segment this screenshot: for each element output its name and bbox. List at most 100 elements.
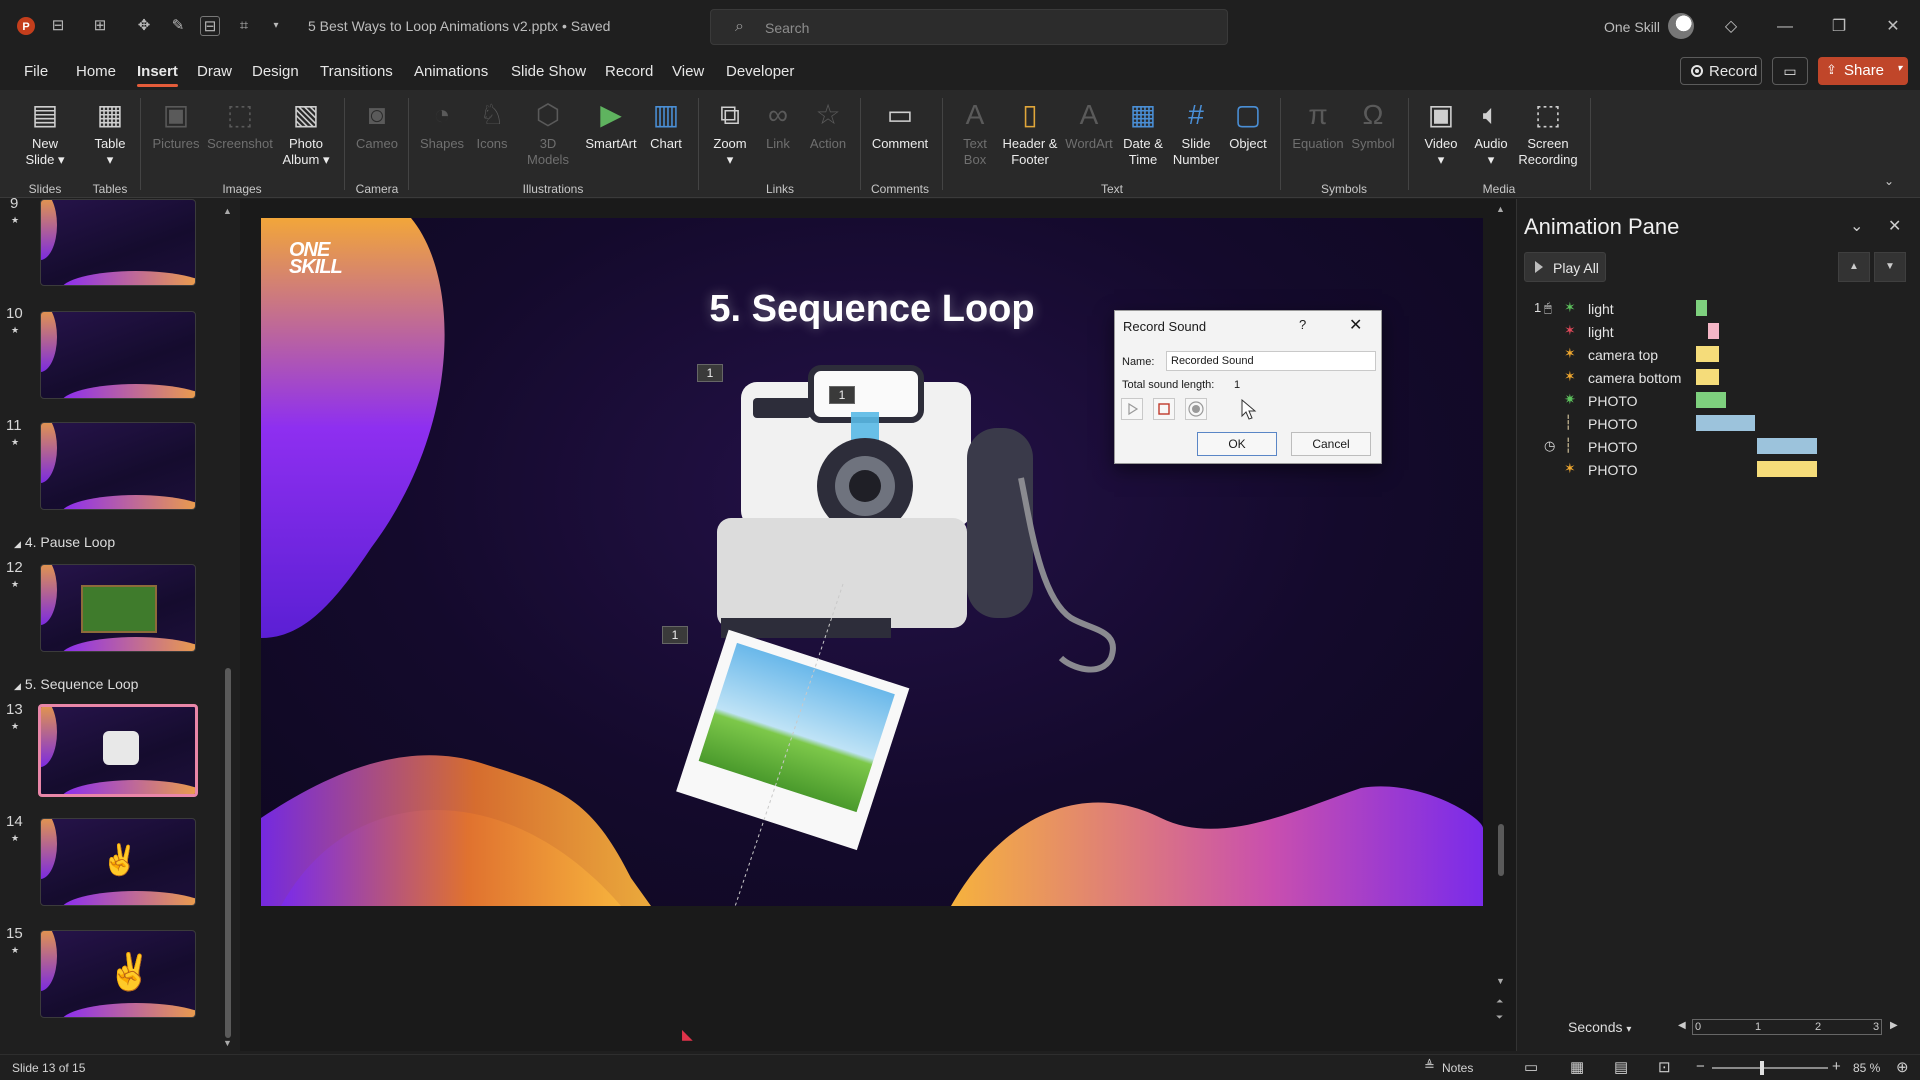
pane-options-icon[interactable]: ⌄ (1850, 216, 1863, 236)
scroll-up-icon[interactable]: ▲ (1496, 204, 1505, 214)
screenshot-button[interactable]: ⬚ Screenshot (206, 94, 274, 152)
play-button[interactable] (1121, 398, 1143, 420)
next-slide-icon[interactable]: ⏷ (1496, 1012, 1503, 1023)
smartart-button[interactable]: ▶ SmartArt (582, 94, 640, 152)
restore-icon[interactable]: ❐ (1824, 14, 1854, 40)
zoom-level[interactable]: 85 % (1853, 1061, 1880, 1075)
tab-developer[interactable]: Developer (726, 63, 794, 80)
slide-thumbnail[interactable]: ✌ (40, 930, 196, 1018)
timeline-left-icon[interactable]: ◀ (1678, 1020, 1686, 1031)
scroll-thumb[interactable] (225, 668, 231, 1038)
close-icon[interactable]: ✕ (1349, 315, 1362, 335)
tab-design[interactable]: Design (252, 63, 299, 80)
animation-row[interactable]: ✶ light (1530, 320, 1830, 343)
ribbon-collapse-icon[interactable]: ⌄ (1884, 174, 1894, 188)
crop-icon[interactable]: ⌗ (234, 16, 254, 36)
slide-thumbnail-selected[interactable] (38, 704, 198, 797)
scroll-down-icon[interactable]: ▼ (1496, 976, 1505, 986)
slide-thumbnail[interactable]: ✌ (40, 818, 196, 906)
animation-row[interactable]: 1 🖱︎ ✶ light (1530, 297, 1830, 320)
pictures-button[interactable]: ▣ Pictures (150, 94, 202, 152)
video-button[interactable]: ▣ Video ▾ (1418, 94, 1464, 168)
animation-row[interactable]: ┆ PHOTO (1530, 412, 1830, 435)
3d-models-button[interactable]: ⬡ 3D Models (518, 94, 578, 168)
tab-transitions[interactable]: Transitions (320, 63, 393, 80)
customize-qat-icon[interactable]: ▾ (266, 16, 286, 36)
timing-bar[interactable] (1696, 392, 1726, 408)
canvas-scrollbar[interactable]: ▲ ▼ ⏶ ⏷ (1496, 204, 1506, 1030)
move-icon[interactable]: ✥ (134, 16, 154, 36)
fit-to-window-icon[interactable]: ⊕ (1896, 1058, 1909, 1076)
cameo-button[interactable]: ◙ Cameo (352, 94, 402, 152)
slide-number-button[interactable]: # Slide Number (1170, 94, 1222, 168)
animation-order-tag[interactable]: 1 (829, 386, 855, 404)
audio-button[interactable]: 🔈︎ Audio ▾ (1468, 94, 1514, 168)
date-time-button[interactable]: ▦ Date & Time (1118, 94, 1168, 168)
motion-path-end-icon[interactable]: ◣ (682, 1026, 693, 1043)
table-button[interactable]: ▦ Table ▾ (86, 94, 134, 168)
user-name[interactable]: One Skill (1604, 19, 1660, 35)
share-button[interactable]: ⇪ Share ▾ (1818, 57, 1908, 85)
section-header[interactable]: ◢ 4. Pause Loop (14, 534, 115, 550)
cancel-button[interactable]: Cancel (1291, 432, 1371, 456)
new-slide-button[interactable]: ▤ New Slide ▾ (20, 94, 70, 168)
zoom-out-icon[interactable]: − (1696, 1058, 1705, 1075)
timing-bar[interactable] (1696, 300, 1707, 316)
reading-view-icon[interactable]: ▤ (1614, 1058, 1628, 1076)
scroll-up-icon[interactable]: ▲ (223, 206, 232, 216)
tab-record[interactable]: Record (605, 63, 653, 80)
screen-recording-button[interactable]: ⬚ Screen Recording (1516, 94, 1580, 168)
equation-button[interactable]: π Equation (1290, 94, 1346, 152)
animation-row[interactable]: ✶ camera bottom (1530, 366, 1830, 389)
animation-row[interactable]: ✶ camera top (1530, 343, 1830, 366)
object-button[interactable]: ▢ Object (1224, 94, 1272, 152)
animation-order-tag[interactable]: 1 (697, 364, 723, 382)
icons-button[interactable]: ♘ Icons (468, 94, 516, 152)
slide-thumbnail[interactable] (40, 199, 196, 286)
timing-bar[interactable] (1696, 346, 1719, 362)
help-icon[interactable]: ? (1299, 317, 1306, 332)
slides-scrollbar[interactable]: ▲ ▼ (223, 206, 233, 1048)
notes-button[interactable]: Notes (1442, 1061, 1473, 1075)
timing-bar[interactable] (1696, 415, 1755, 431)
slide-sorter-icon[interactable]: ▦ (1570, 1058, 1584, 1076)
tab-insert[interactable]: Insert (137, 63, 178, 87)
slide-thumbnail[interactable] (40, 422, 196, 510)
zoom-in-icon[interactable]: + (1832, 1058, 1841, 1075)
move-down-button[interactable]: ▼ (1874, 252, 1906, 282)
previous-slide-icon[interactable]: ⏶ (1496, 996, 1503, 1007)
slideshow-icon[interactable]: ⊡ (1658, 1058, 1671, 1076)
pane-close-icon[interactable]: ✕ (1888, 216, 1901, 236)
timing-bar[interactable] (1708, 323, 1719, 339)
symbol-button[interactable]: Ω Symbol (1348, 94, 1398, 152)
wordart-button[interactable]: A WordArt (1062, 94, 1116, 152)
normal-view-icon[interactable]: ▭ (1524, 1058, 1538, 1076)
header-footer-button[interactable]: ▯ Header & Footer (1000, 94, 1060, 168)
section-header[interactable]: ◢ 5. Sequence Loop (14, 676, 138, 692)
align-icon[interactable]: ⊟ (200, 16, 220, 36)
search-input[interactable]: ⌕ Search (710, 9, 1228, 45)
close-icon[interactable]: ✕ (1878, 14, 1908, 40)
tab-draw[interactable]: Draw (197, 63, 232, 80)
play-all-button[interactable]: Play All (1524, 252, 1606, 282)
seconds-dropdown[interactable]: Seconds ▾ (1568, 1019, 1631, 1035)
draw-icon[interactable]: ✎ (168, 16, 188, 36)
slide-thumbnail[interactable] (40, 311, 196, 399)
timing-bar[interactable] (1757, 461, 1817, 477)
photo-album-button[interactable]: ▧ Photo Album ▾ (278, 94, 334, 168)
animation-row[interactable]: ✷ PHOTO (1530, 389, 1830, 412)
scroll-down-icon[interactable]: ▼ (223, 1038, 232, 1048)
avatar[interactable] (1668, 13, 1694, 39)
document-title[interactable]: 5 Best Ways to Loop Animations v2.pptx •… (308, 18, 610, 34)
timeline-right-icon[interactable]: ▶ (1890, 1020, 1898, 1031)
chart-button[interactable]: ▥ Chart (644, 94, 688, 152)
zoom-button[interactable]: ⧉ Zoom ▾ (708, 94, 752, 168)
tab-animations[interactable]: Animations (414, 63, 488, 80)
link-button[interactable]: ∞ Link (756, 94, 800, 152)
record-sound-button[interactable] (1185, 398, 1207, 420)
comments-button[interactable]: ▭ (1772, 57, 1808, 85)
timing-bar[interactable] (1696, 369, 1719, 385)
name-field[interactable] (1166, 351, 1376, 371)
minimize-icon[interactable]: — (1770, 14, 1800, 40)
tab-slide-show[interactable]: Slide Show (511, 63, 586, 80)
